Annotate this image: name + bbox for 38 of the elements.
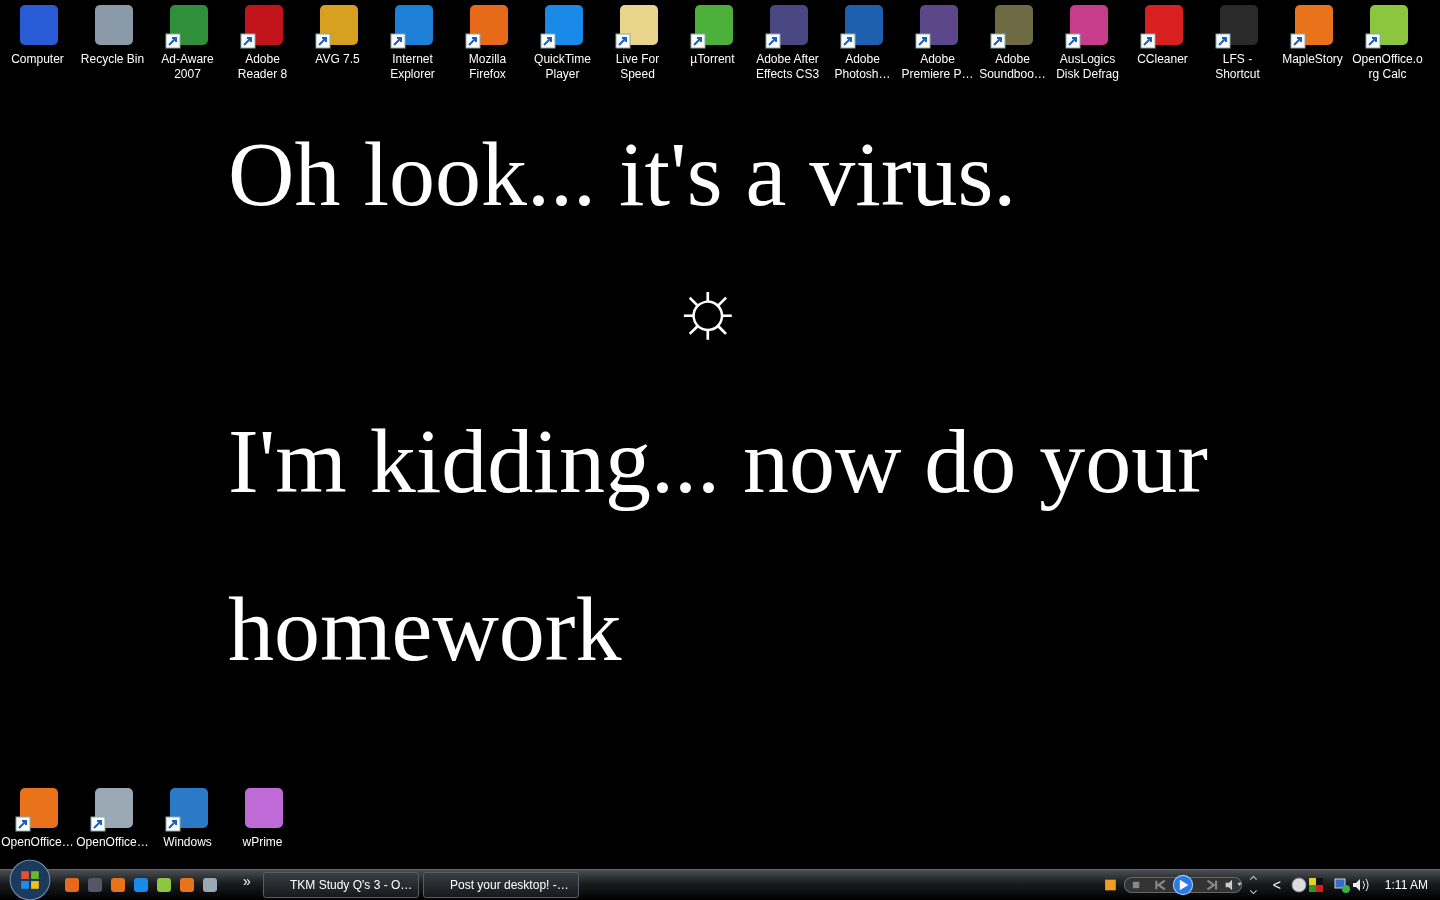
icon-label: Windows [163,835,212,850]
icon-label: Internet Explorer [390,52,435,82]
quick-launch-icon[interactable] [64,877,80,893]
icon-label: wPrime [242,835,283,850]
icon-label: µTorrent [690,52,735,67]
icon-label: Adobe After Effects CS3 [755,52,820,82]
wallpaper-text: Oh look... it's a virus. [228,122,1018,227]
icon-label: Ad-Aware 2007 [161,52,214,82]
quick-launch-icon[interactable] [110,877,126,893]
icon-label: Adobe Premiere P… [901,52,974,82]
icon-label: Live For Speed [615,52,660,82]
clock[interactable]: 1:11 AM [1384,878,1428,892]
icon-label: Adobe Photosh… [834,52,891,82]
icon-label: AVG 7.5 [315,52,360,67]
icon-label: Adobe Soundboo… [979,52,1046,82]
icon-label: OpenOffice.o rg Calc [1352,52,1423,82]
icon-label: QuickTime Player [534,52,591,82]
icon-label: OpenOffice… [1,835,74,850]
quick-launch-icon[interactable] [133,877,149,893]
icon-label: OpenOffice… [76,835,149,850]
icon-label: Computer [11,52,64,67]
taskbar-button[interactable]: Post your desktop! -… [423,872,579,898]
sun-symbol: ☼ [671,262,746,353]
quick-launch-more[interactable]: » [239,873,255,889]
tray-expand-button[interactable]: < [1266,876,1287,894]
icon-label: Adobe Reader 8 [237,52,288,82]
icon-label: AusLogics Disk Defrag [1056,52,1119,82]
icon-label: Recycle Bin [80,52,145,67]
icon-label: Mozilla Firefox [468,52,507,82]
wallpaper-text: I'm kidding... now do your homework [228,409,1209,682]
taskbar-button[interactable]: TKM Study Q's 3 - O… [263,872,419,898]
start-button[interactable] [8,858,52,900]
quick-launch-icon[interactable] [202,877,218,893]
icon-label: LFS - Shortcut [1215,52,1260,82]
icon-label: MapleStory [1282,52,1343,67]
quick-launch-icon[interactable] [156,877,172,893]
icon-label: CCleaner [1137,52,1188,67]
quick-launch-icon[interactable] [179,877,195,893]
